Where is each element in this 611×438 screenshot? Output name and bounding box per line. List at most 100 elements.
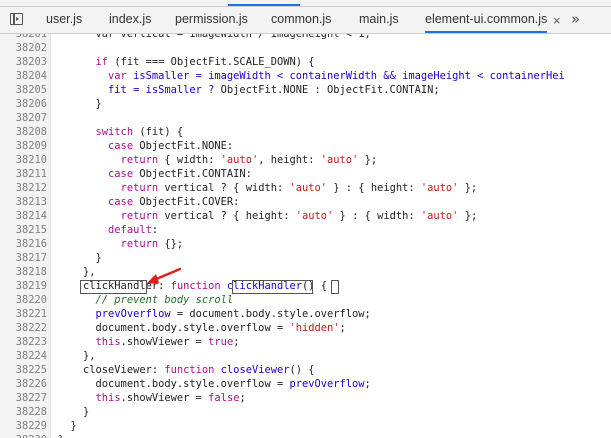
- line-number[interactable]: 38204: [0, 69, 47, 83]
- line-number[interactable]: 38218: [0, 265, 47, 279]
- code-text: }: [58, 433, 64, 438]
- code-text: var isSmaller = imageWidth < containerWi…: [58, 69, 565, 83]
- line-number[interactable]: 38220: [0, 293, 47, 307]
- code-text: this.showViewer = true;: [58, 335, 240, 349]
- code-token: }: [58, 252, 102, 264]
- code-text: },: [58, 349, 96, 363]
- code-line: 38201 var vertical = imageWidth / imageH…: [0, 34, 611, 41]
- code-token: ;: [239, 392, 246, 404]
- line-number[interactable]: 38230: [0, 433, 47, 438]
- code-token: var: [108, 70, 127, 82]
- code-token: 'auto': [420, 182, 459, 194]
- code-token: },: [58, 266, 96, 278]
- file-tab-0[interactable]: user.js: [46, 7, 82, 33]
- code-token: }: [58, 420, 77, 432]
- line-number[interactable]: 38227: [0, 391, 47, 405]
- code-line: 38207: [0, 111, 611, 125]
- code-text: },: [58, 265, 96, 279]
- line-number[interactable]: 38206: [0, 97, 47, 111]
- code-token: if: [95, 56, 109, 68]
- code-token: var vertical = imageWidth / imageHeight …: [58, 34, 371, 40]
- line-number[interactable]: 38222: [0, 321, 47, 335]
- code-token: };: [458, 182, 478, 194]
- code-line: 38230}: [0, 433, 611, 438]
- line-number[interactable]: 38224: [0, 349, 47, 363]
- line-number[interactable]: 38210: [0, 153, 47, 167]
- code-token: prevOverflow: [95, 308, 171, 320]
- file-tab-2[interactable]: permission.js: [175, 7, 248, 33]
- code-token: return: [120, 182, 159, 194]
- line-number[interactable]: 38228: [0, 405, 47, 419]
- code-text: }: [58, 405, 89, 419]
- line-number[interactable]: 38216: [0, 237, 47, 251]
- line-number[interactable]: 38229: [0, 419, 47, 433]
- code-token: // prevent body scroll: [58, 294, 234, 306]
- toggle-navigator-icon[interactable]: [10, 13, 23, 25]
- line-number[interactable]: 38203: [0, 55, 47, 69]
- line-number[interactable]: 38225: [0, 363, 47, 377]
- line-number[interactable]: 38209: [0, 139, 47, 153]
- code-text: case ObjectFit.NONE:: [58, 139, 233, 153]
- code-line: 38222 document.body.style.overflow = 'hi…: [0, 321, 611, 335]
- line-number[interactable]: 38223: [0, 335, 47, 349]
- code-token: .showViewer =: [120, 392, 209, 404]
- code-line: 38221 prevOverflow = document.body.style…: [0, 307, 611, 321]
- code-token: ObjectFit.CONTAIN:: [133, 168, 252, 180]
- line-number[interactable]: 38226: [0, 377, 47, 391]
- code-token: }: [58, 434, 64, 438]
- line-number[interactable]: 38212: [0, 181, 47, 195]
- line-number[interactable]: 38207: [0, 111, 47, 125]
- code-token: document.body.style.overflow =: [58, 322, 290, 334]
- code-token: fit = isSmaller ?: [108, 84, 221, 96]
- line-number[interactable]: 38202: [0, 41, 47, 55]
- code-token: () {: [302, 280, 328, 292]
- file-tab-3[interactable]: common.js: [271, 7, 331, 33]
- close-tab-icon[interactable]: ×: [553, 8, 561, 33]
- file-tab-1[interactable]: index.js: [109, 7, 151, 33]
- line-number[interactable]: 38213: [0, 195, 47, 209]
- file-tab-label: element-ui.common.js: [425, 12, 548, 26]
- code-text: return {};: [58, 237, 184, 251]
- more-tabs-icon[interactable]: »: [571, 10, 580, 28]
- code-token: ;: [233, 336, 240, 348]
- code-token: 'auto': [295, 210, 334, 222]
- code-token: (fit === ObjectFit.SCALE_DOWN) {: [108, 56, 315, 68]
- file-tab-5[interactable]: element-ui.common.js ×: [425, 7, 561, 33]
- line-number[interactable]: 38201: [0, 34, 47, 41]
- file-tab-4[interactable]: main.js: [359, 7, 399, 33]
- code-token: ObjectFit.NONE:: [133, 140, 234, 152]
- line-number[interactable]: 38208: [0, 125, 47, 139]
- code-text: if (fit === ObjectFit.SCALE_DOWN) {: [58, 55, 315, 69]
- code-token: switch: [95, 126, 134, 138]
- code-line: 38212 return vertical ? { width: 'auto' …: [0, 181, 611, 195]
- line-number[interactable]: 38211: [0, 167, 47, 181]
- line-number[interactable]: 38205: [0, 83, 47, 97]
- code-token: ;: [339, 322, 346, 334]
- line-number[interactable]: 38217: [0, 251, 47, 265]
- code-text: this.showViewer = false;: [58, 391, 246, 405]
- line-number[interactable]: 38215: [0, 223, 47, 237]
- code-line: 38226 document.body.style.overflow = pre…: [0, 377, 611, 391]
- line-number[interactable]: 38219: [0, 279, 47, 293]
- line-number[interactable]: 38214: [0, 209, 47, 223]
- code-token: false: [208, 392, 240, 404]
- code-token: 'auto': [420, 210, 459, 222]
- code-token: clickHandler: [226, 280, 302, 292]
- code-token: case: [108, 140, 134, 152]
- file-tab-label: index.js: [109, 12, 152, 26]
- code-token: {};: [158, 238, 184, 250]
- file-tab-label: common.js: [271, 12, 332, 26]
- arrow-head: [146, 274, 159, 284]
- code-line: 38211 case ObjectFit.CONTAIN:: [0, 167, 611, 181]
- code-line: 38218 },: [0, 265, 611, 279]
- code-text: // prevent body scroll: [58, 293, 234, 307]
- code-line: 38206 }: [0, 97, 611, 111]
- code-token: 'hidden': [289, 322, 340, 334]
- code-editor[interactable]: 38201 var vertical = imageWidth / imageH…: [0, 34, 611, 438]
- line-number[interactable]: 38221: [0, 307, 47, 321]
- code-token: };: [358, 154, 378, 166]
- code-line: 38204 var isSmaller = imageWidth < conta…: [0, 69, 611, 83]
